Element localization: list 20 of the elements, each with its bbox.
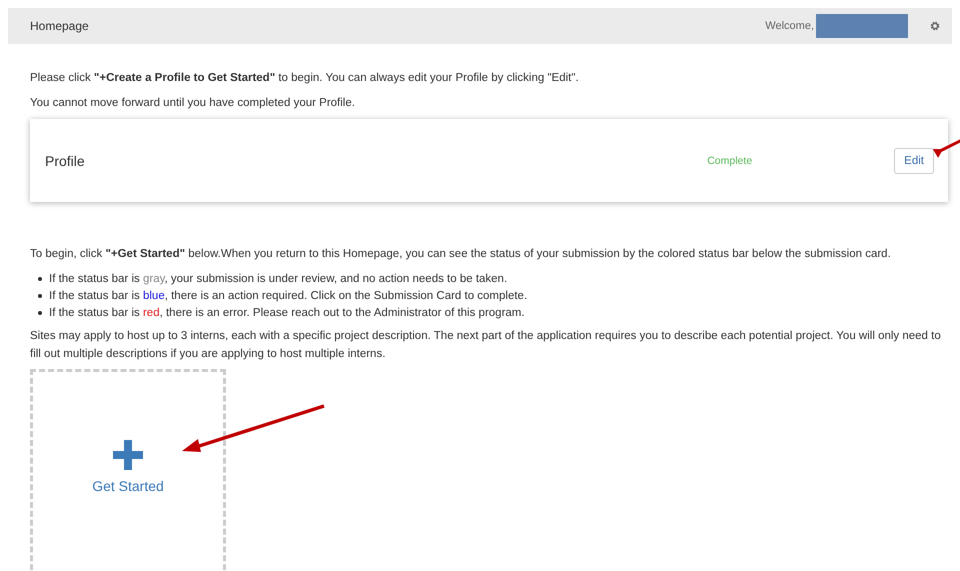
get-started-card[interactable]: Get Started [30,369,226,571]
intro-text: You cannot move forward until you have completed your Profile. [30,96,356,111]
bullet-icon [38,276,42,280]
plus-icon [113,440,143,470]
card-title: Profile [45,152,86,168]
note-text: Sites may apply to host up to 3 interns, each with a specific project description. The next part of the application requires you to describe each potential project. You will only need to fill out multiple descriptions if you are applying to host multiple interns. [30,329,942,362]
annotation-arrow [932,138,960,160]
welcome-text: Welcome, [765,20,814,32]
bullet-text: If the status bar is red, there is an error. Please reach out to the Administrator of this program. [49,306,525,318]
bullet-icon [38,294,42,298]
bullet-icon [38,310,42,314]
instructions-text: To begin, click "+Get Started" below.When you return to this Homepage, you can see the status of your submission by the colored status bar below the submission card. [30,247,892,262]
settings-icon[interactable] [930,21,940,31]
bullet-text: If the status bar is gray, your submission is under review, and no action needs to be taken. [49,272,508,284]
edit-button[interactable]: Edit [894,148,934,174]
intro-text: Please click "+Create a Profile to Get Started" to begin. You can always edit your Profile by clicking "Edit". [30,71,580,86]
get-started-label: Get Started [92,478,164,494]
bullet-text: If the status bar is blue, there is an action required. Click on the Submission Card to complete. [49,290,528,302]
page-title: Homepage [30,19,89,33]
status-text: Complete [707,154,752,166]
